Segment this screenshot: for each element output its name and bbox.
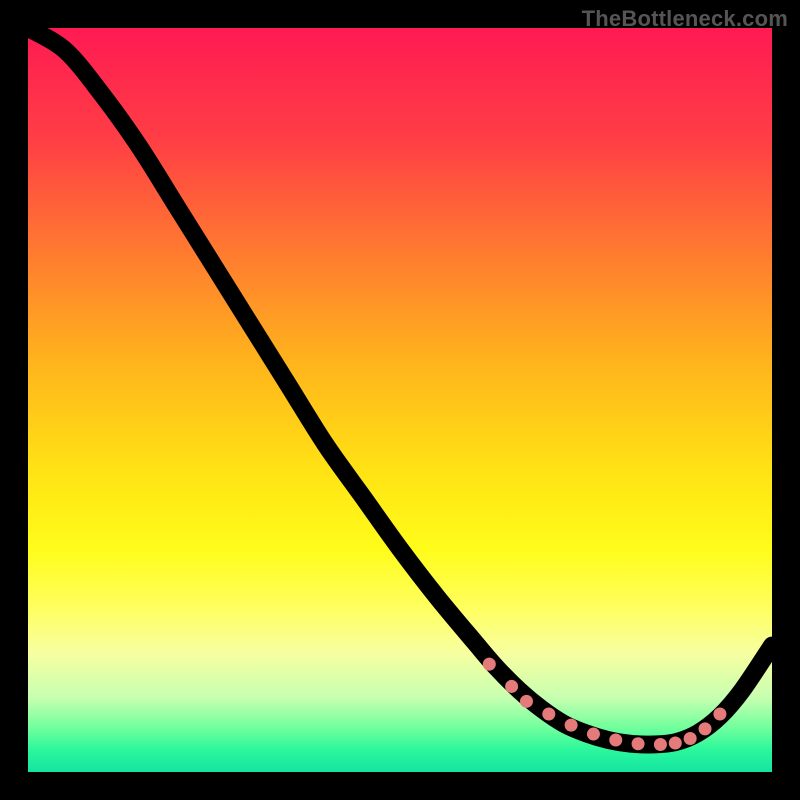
bottleneck-curve: [28, 28, 772, 745]
curve-dot: [632, 737, 645, 750]
curve-dot: [483, 658, 496, 671]
curve-dot: [542, 707, 555, 720]
curve-dot: [669, 736, 682, 749]
curve-dot: [587, 728, 600, 741]
curve-dot: [505, 680, 518, 693]
plot-area: [28, 28, 772, 772]
curve-dot: [654, 738, 667, 751]
curve-dot: [609, 734, 622, 747]
curve-dot: [565, 719, 578, 732]
curve-dot: [713, 707, 726, 720]
curve-layer: [28, 28, 772, 772]
curve-dot: [699, 722, 712, 735]
curve-dot: [520, 695, 533, 708]
curve-dot: [684, 732, 697, 745]
chart-container: TheBottleneck.com: [0, 0, 800, 800]
attribution-label: TheBottleneck.com: [582, 6, 788, 32]
